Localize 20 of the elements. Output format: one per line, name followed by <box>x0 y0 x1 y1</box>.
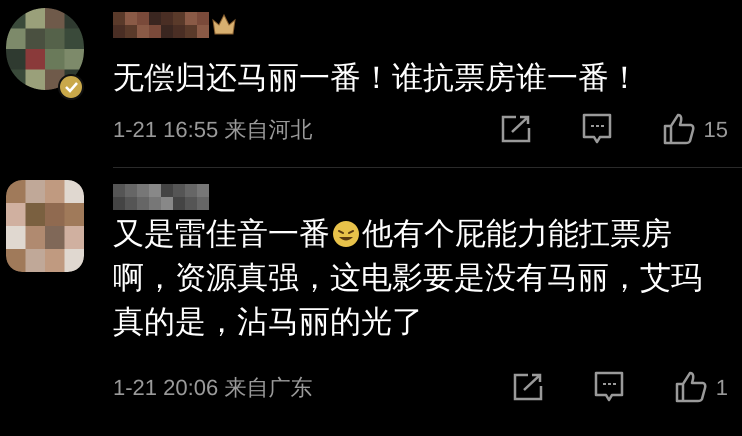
comment-icon <box>582 113 612 145</box>
share-icon <box>500 114 532 144</box>
thumbs-up-icon <box>674 370 708 404</box>
share-icon <box>512 372 544 402</box>
comment-meta: 1-21 20:06 来自广东 <box>113 374 314 402</box>
like-button[interactable]: 1 <box>674 370 728 404</box>
comment-meta: 1-21 16:55 来自河北 <box>113 116 314 144</box>
grinning-face-icon <box>331 219 361 249</box>
comment-button[interactable] <box>594 371 624 403</box>
comment-text: 真的是，沾马丽的光了 <box>113 303 423 341</box>
like-button[interactable]: 15 <box>662 112 728 146</box>
comment-text: 又是雷佳音一番 <box>113 215 330 253</box>
comment-button[interactable] <box>582 113 612 145</box>
comment-text: 啊，资源真强，这电影要是没有马丽，艾玛 <box>113 259 702 297</box>
comment-icon <box>594 371 624 403</box>
share-button[interactable] <box>500 114 532 144</box>
share-button[interactable] <box>512 372 544 402</box>
comment-text: 无偿归还马丽一番！谁抗票房谁一番！ <box>113 59 640 97</box>
comment-text: 他有个屁能力能扛票房 <box>362 215 672 253</box>
thumbs-up-icon <box>662 112 696 146</box>
